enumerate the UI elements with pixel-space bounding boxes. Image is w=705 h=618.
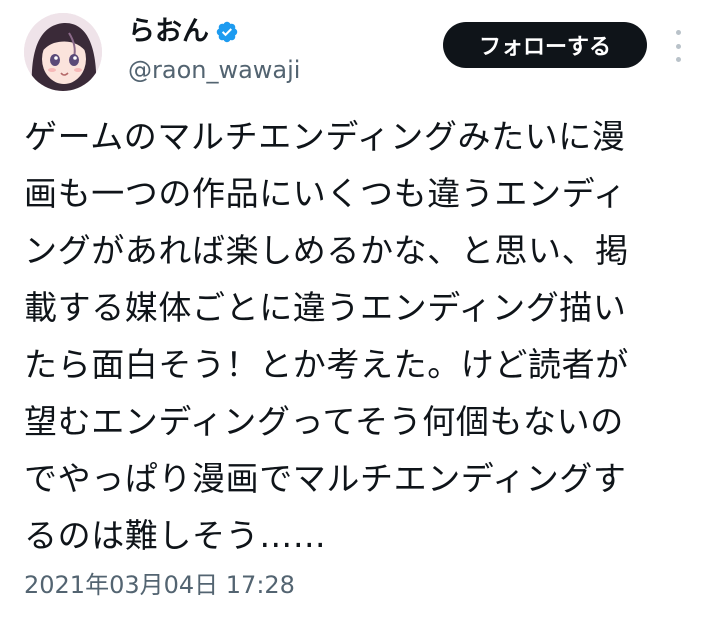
more-dot — [675, 30, 681, 35]
verified-badge-icon — [216, 21, 238, 43]
tweet-text-line: 載する媒体ごとに違うエンディング描い — [24, 288, 627, 327]
tweet-text-line: ングがあれば楽しめるかな、と思い、掲 — [24, 231, 629, 270]
display-name[interactable]: らおん — [128, 15, 209, 49]
display-name-row[interactable]: らおん — [128, 14, 239, 50]
more-dot — [675, 57, 681, 62]
follow-button[interactable]: フォローする — [443, 22, 647, 68]
tweet-text-line: るのは難しそう…… — [24, 516, 327, 555]
tweet-text-line: 望むエンディングってそう何個もないの — [24, 402, 624, 441]
more-vertical-icon[interactable] — [668, 30, 688, 62]
user-handle[interactable]: @raon_wawaji — [128, 54, 300, 86]
tweet-text-line: でやっぱり漫画でマルチエンディングす — [24, 459, 627, 498]
avatar[interactable] — [24, 13, 102, 91]
tweet-text-line: たら面白そう！とか考えた。けど読者が — [24, 345, 629, 384]
avatar-image — [24, 13, 102, 91]
tweet-text-line: ゲームのマルチエンディングみたいに漫 — [24, 117, 626, 156]
tweet-text: ゲームのマルチエンディングみたいに漫 画も一つの作品にいくつも違うエンディ ング… — [24, 108, 684, 564]
tweet-card: らおん @raon_wawaji フォローする ゲームのマルチエンディングみたい… — [0, 0, 705, 618]
more-dot — [675, 43, 681, 49]
tweet-timestamp[interactable]: 2021年03月04日 17:28 — [24, 567, 295, 603]
tweet-text-line: 画も一つの作品にいくつも違うエンディ — [24, 174, 627, 213]
